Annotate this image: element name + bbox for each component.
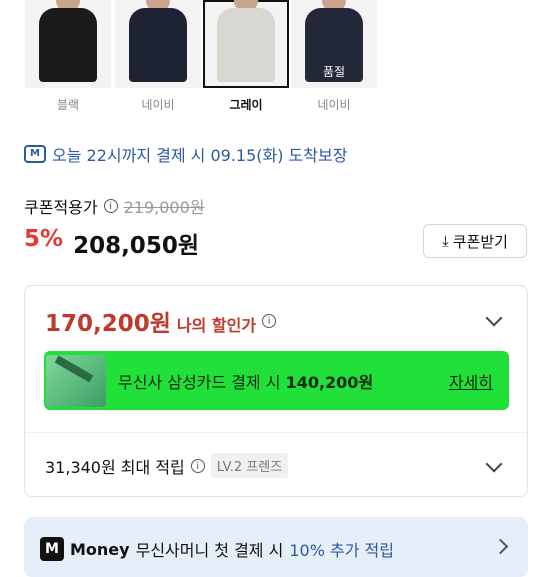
shirt-image — [129, 8, 187, 82]
promo-detail-link[interactable]: 자세히 — [449, 369, 493, 393]
divider — [25, 432, 527, 433]
info-icon[interactable]: i — [262, 314, 277, 328]
discount-rate: 5% — [24, 226, 64, 252]
musinsa-money-banner[interactable]: M Money 무신사머니 첫 결제 시 10% 추가 적립 — [24, 517, 528, 577]
swatch-label-navy-2: 네이비 — [317, 98, 351, 112]
money-brand: Money — [70, 539, 130, 559]
shirt-image — [217, 8, 275, 82]
swatch-black[interactable] — [25, 0, 111, 88]
max-points-text: 31,340원 최대 적립 — [45, 457, 185, 477]
money-text: 무신사머니 첫 결제 시 — [135, 541, 284, 560]
max-points-row[interactable]: 31,340원 최대 적립 i LV.2 프렌즈 — [45, 453, 289, 478]
level-badge: LV.2 프렌즈 — [210, 453, 289, 478]
samsung-card-promo[interactable]: 무신사 삼성카드 결제 시 140,200원 자세히 — [44, 351, 509, 410]
delivery-truck-icon: M — [24, 145, 46, 163]
promo-text: 무신사 삼성카드 결제 시 140,200원 — [118, 372, 374, 392]
money-highlight: 10% 추가 적립 — [289, 541, 394, 560]
my-discount-amount: 170,200원 — [45, 311, 171, 337]
original-price: 219,000원 — [123, 198, 205, 217]
get-coupon-button[interactable]: ⤓ 쿠폰받기 — [423, 224, 527, 258]
get-coupon-label: 쿠폰받기 — [452, 232, 508, 251]
soldout-badge: 품절 — [322, 65, 346, 79]
my-discount-price[interactable]: 170,200원 나의 할인가 i — [45, 304, 277, 338]
promo-amount: 140,200원 — [285, 372, 374, 392]
coupon-price-row: 쿠폰적용가 i 219,000원 — [24, 194, 205, 218]
swatch-label-navy: 네이비 — [141, 98, 175, 112]
swatch-label-gray: 그레이 — [229, 98, 263, 112]
download-icon: ⤓ — [442, 232, 449, 250]
my-discount-label: 나의 할인가 — [176, 316, 257, 335]
final-price-row: 5% 208,050원 — [24, 226, 199, 260]
swatch-label-black: 블랙 — [56, 98, 80, 112]
swatch-gray[interactable] — [203, 0, 289, 88]
final-price: 208,050원 — [73, 233, 199, 259]
swatch-navy-soldout[interactable]: 품절 — [291, 0, 377, 88]
info-icon[interactable]: i — [190, 458, 205, 473]
card-image — [46, 354, 106, 407]
coupon-price-label: 쿠폰적용가 — [24, 198, 98, 217]
chevron-right-icon — [492, 538, 509, 555]
delivery-guarantee[interactable]: M 오늘 22시까지 결제 시 09.15(화) 도착보장 — [24, 142, 347, 166]
shirt-image — [39, 8, 97, 82]
money-logo-icon: M — [40, 537, 64, 561]
info-icon[interactable]: i — [103, 199, 118, 213]
delivery-text: 오늘 22시까지 결제 시 09.15(화) 도착보장 — [52, 146, 348, 165]
swatch-navy[interactable] — [115, 0, 201, 88]
